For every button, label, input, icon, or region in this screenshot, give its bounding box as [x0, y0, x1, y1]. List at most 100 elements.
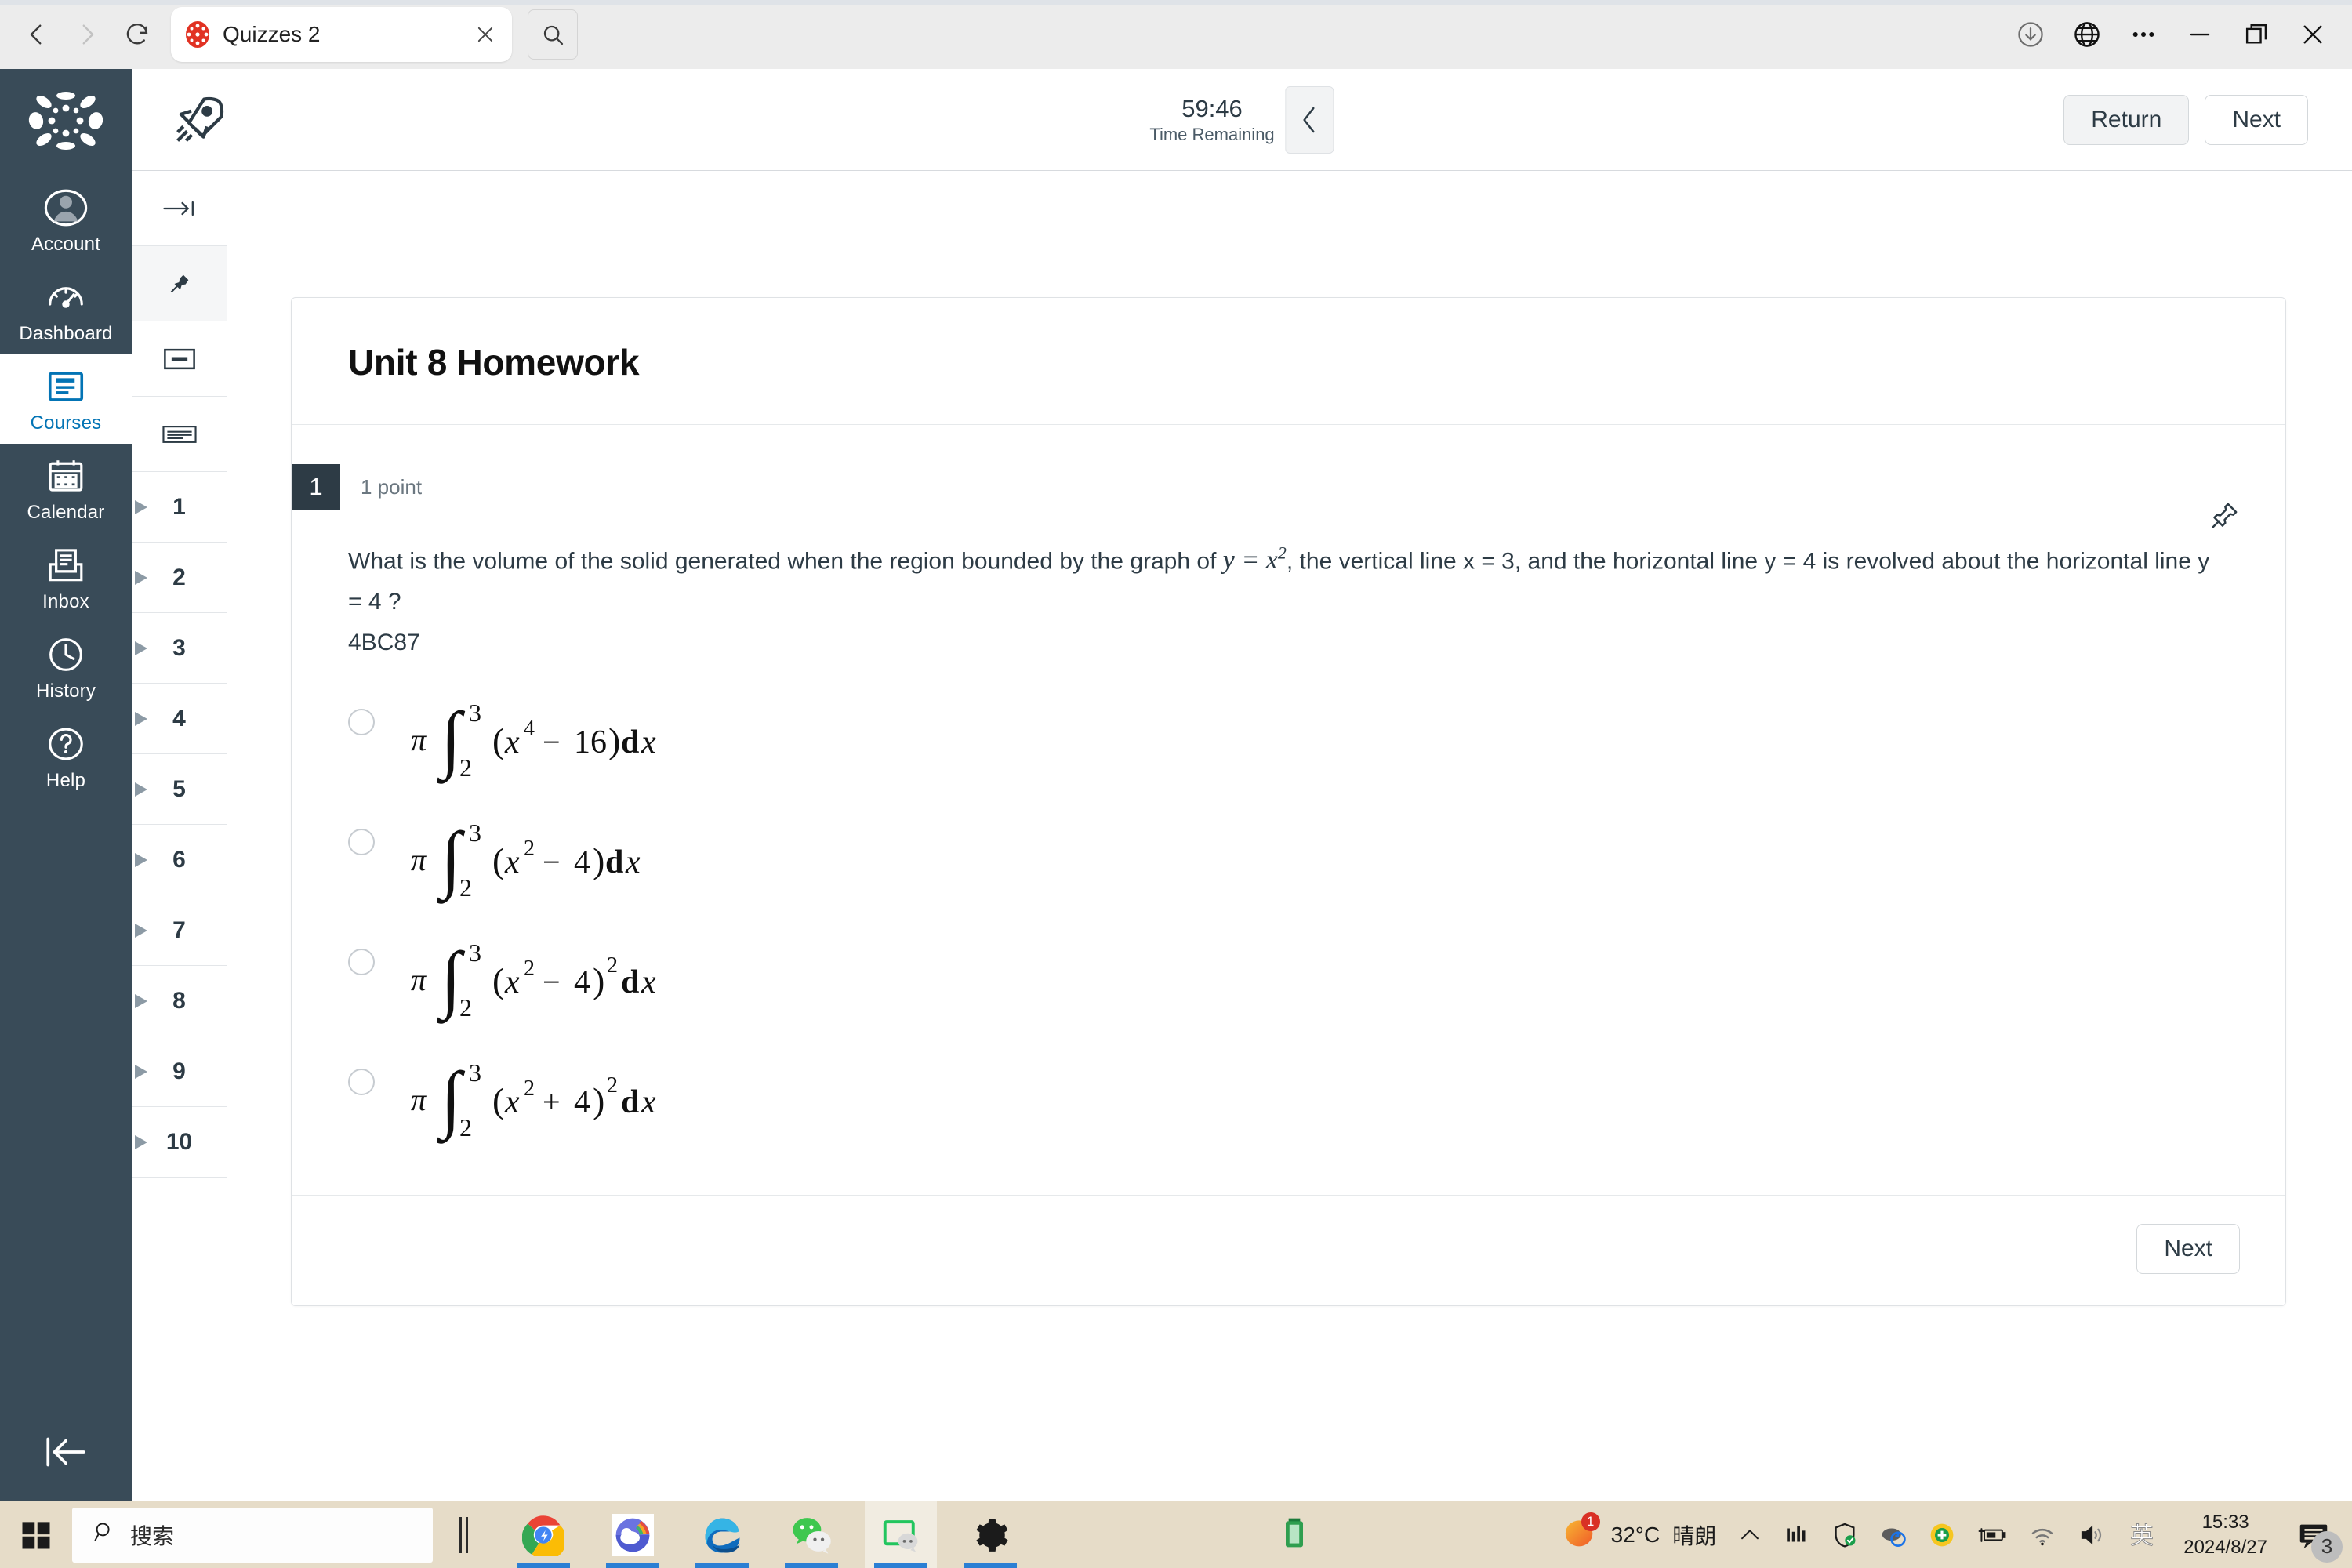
jump-to-end-icon[interactable]: [132, 171, 227, 246]
question-nav-label: 1: [172, 493, 186, 520]
question-nav-item[interactable]: 5: [132, 754, 227, 825]
flag-icon: [135, 570, 147, 585]
question-nav-item[interactable]: 4: [132, 684, 227, 754]
weather-widget[interactable]: 1 32°C 晴朗: [1563, 1512, 1716, 1555]
sidebar-item-calendar[interactable]: Calendar: [0, 444, 132, 533]
plus-circle-icon[interactable]: [1928, 1521, 1956, 1549]
back-arrow-icon[interactable]: [14, 12, 60, 57]
question-header: 1 1 point: [292, 464, 2285, 510]
answer-choice-c[interactable]: π ∫ 3 2 ( x 2 − 4 ) 2 d x: [292, 920, 2285, 1040]
flag-icon: [135, 1134, 147, 1149]
question-nav-item[interactable]: 9: [132, 1036, 227, 1107]
globe-icon[interactable]: [2062, 9, 2112, 60]
wifi-icon[interactable]: [2028, 1521, 2056, 1549]
more-options-icon[interactable]: [2118, 9, 2169, 60]
search-icon[interactable]: [528, 9, 578, 60]
sidebar-item-account[interactable]: Account: [0, 176, 132, 265]
battery-green-icon[interactable]: [1281, 1515, 1308, 1554]
question-nav-item[interactable]: 7: [132, 895, 227, 966]
forward-arrow-icon[interactable]: [64, 12, 110, 57]
sidebar-item-history[interactable]: History: [0, 622, 132, 712]
question-nav-label: 9: [172, 1058, 186, 1084]
answer-choice-b[interactable]: π ∫ 3 2 ( x 2 − 4 ) d x: [292, 800, 2285, 920]
equalizer-icon[interactable]: [1784, 1522, 1810, 1548]
radio-button[interactable]: [348, 1069, 375, 1096]
radio-button[interactable]: [348, 949, 375, 976]
svg-text:−: −: [543, 844, 561, 880]
pushpin-icon[interactable]: [2209, 500, 2240, 535]
close-icon[interactable]: [471, 20, 499, 49]
single-question-view-icon[interactable]: [132, 321, 227, 397]
svg-text:3: 3: [469, 1058, 481, 1087]
question-nav-item[interactable]: 1: [132, 472, 227, 543]
radio-button[interactable]: [348, 829, 375, 856]
svg-text:): ): [608, 720, 620, 760]
flag-icon: [135, 1064, 147, 1079]
question-nav-label: 6: [172, 846, 186, 873]
edge-icon[interactable]: [686, 1501, 758, 1568]
answer-choice-a[interactable]: π ∫ 3 2 ( x 4 − 16 ) d x: [292, 681, 2285, 800]
collapse-left-icon[interactable]: [0, 1434, 132, 1470]
sidebar-item-inbox[interactable]: Inbox: [0, 533, 132, 622]
question-navigation-strip: 1 2 3 4 5 6 7 8 9 10: [132, 171, 227, 1501]
canvas-logo[interactable]: [23, 83, 109, 158]
rocket-icon[interactable]: [132, 92, 265, 148]
question-nav-item[interactable]: 2: [132, 543, 227, 613]
return-button[interactable]: Return: [2063, 94, 2190, 145]
next-button-top[interactable]: Next: [2205, 94, 2308, 145]
next-button-bottom[interactable]: Next: [2136, 1224, 2240, 1275]
svg-text:2: 2: [524, 837, 535, 861]
security-shield-icon[interactable]: [1831, 1521, 1859, 1549]
question-nav-item[interactable]: 10: [132, 1107, 227, 1178]
sidebar-item-courses[interactable]: Courses: [0, 354, 132, 444]
question-nav-label: 4: [172, 705, 186, 731]
pin-icon[interactable]: [132, 246, 227, 321]
sidebar-item-label: Help: [45, 770, 86, 791]
screen-root: Quizzes 2 Account Dashboard Courses Cale…: [0, 0, 2352, 1568]
taskbar-clock[interactable]: 15:33 2024/8/27: [2183, 1510, 2267, 1560]
user-avatar-icon: [42, 183, 90, 232]
screen-capture-icon[interactable]: [865, 1501, 937, 1568]
sidebar-item-dashboard[interactable]: Dashboard: [0, 265, 132, 354]
sidebar-item-label: Account: [31, 234, 101, 255]
onedrive-sync-icon[interactable]: [1879, 1521, 1907, 1549]
chevron-left-icon[interactable]: [1285, 85, 1334, 154]
windows-start-icon[interactable]: [0, 1501, 72, 1568]
dashboard-gauge-icon: [42, 273, 90, 321]
question-nav-item[interactable]: 6: [132, 825, 227, 895]
weather-app-icon[interactable]: [597, 1501, 669, 1568]
browser-tab[interactable]: Quizzes 2: [171, 7, 512, 62]
battery-charging-icon[interactable]: [1976, 1522, 2008, 1548]
list-view-icon[interactable]: [132, 397, 227, 472]
answer-formula-c: π ∫ 3 2 ( x 2 − 4 ) 2 d x: [408, 931, 666, 1029]
wechat-icon[interactable]: [775, 1501, 848, 1568]
settings-gear-icon[interactable]: [954, 1501, 1026, 1568]
download-icon[interactable]: [2005, 9, 2056, 60]
svg-text:d: d: [621, 1084, 639, 1120]
svg-text:4: 4: [574, 1084, 590, 1120]
flag-icon: [135, 923, 147, 938]
weather-badge: 1: [1581, 1512, 1600, 1531]
close-icon[interactable]: [2288, 9, 2338, 60]
sidebar-item-help[interactable]: Help: [0, 712, 132, 801]
restore-icon[interactable]: [2231, 9, 2281, 60]
svg-text:3: 3: [469, 818, 481, 847]
svg-text:4: 4: [524, 717, 535, 741]
answer-choice-d[interactable]: π ∫ 3 2 ( x 2 + 4 ) 2 d x: [292, 1040, 2285, 1160]
taskbar-divider: [459, 1516, 462, 1553]
question-nav-item[interactable]: 3: [132, 613, 227, 684]
show-hidden-icons-chevron[interactable]: [1737, 1522, 1763, 1548]
minimize-icon[interactable]: [2175, 9, 2225, 60]
refresh-icon[interactable]: [114, 12, 160, 57]
radio-button[interactable]: [348, 709, 375, 736]
notifications-icon[interactable]: 3: [2288, 1509, 2343, 1563]
chrome-icon[interactable]: [507, 1501, 579, 1568]
ime-english-icon[interactable]: 英: [2127, 1520, 2157, 1550]
weather-sun-icon: 1: [1563, 1512, 1600, 1555]
volume-icon[interactable]: [2077, 1521, 2107, 1549]
taskbar-search-placeholder: 搜索: [130, 1523, 175, 1548]
taskbar-search-box[interactable]: 搜索: [72, 1507, 433, 1563]
question-nav-item[interactable]: 8: [132, 966, 227, 1036]
svg-text:): ): [593, 960, 604, 1000]
answer-formula-b: π ∫ 3 2 ( x 2 − 4 ) d x: [408, 811, 651, 909]
